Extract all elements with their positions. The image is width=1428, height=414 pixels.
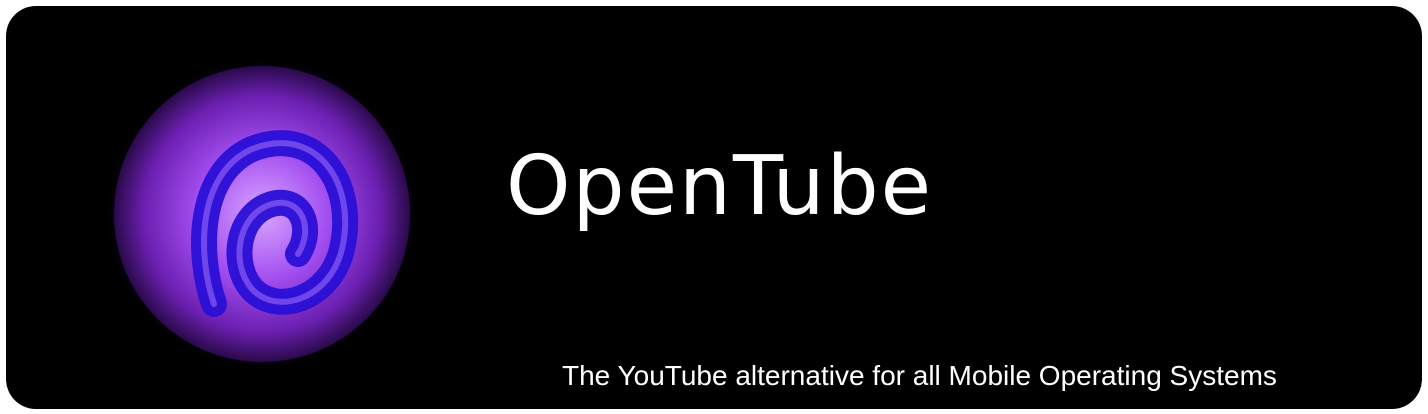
opentube-logo-icon [102, 54, 422, 374]
tagline: The YouTube alternative for all Mobile O… [562, 360, 1277, 391]
app-title: OpenTube [506, 139, 934, 234]
opentube-banner: OpenTube The YouTube alternative for all… [6, 6, 1422, 409]
